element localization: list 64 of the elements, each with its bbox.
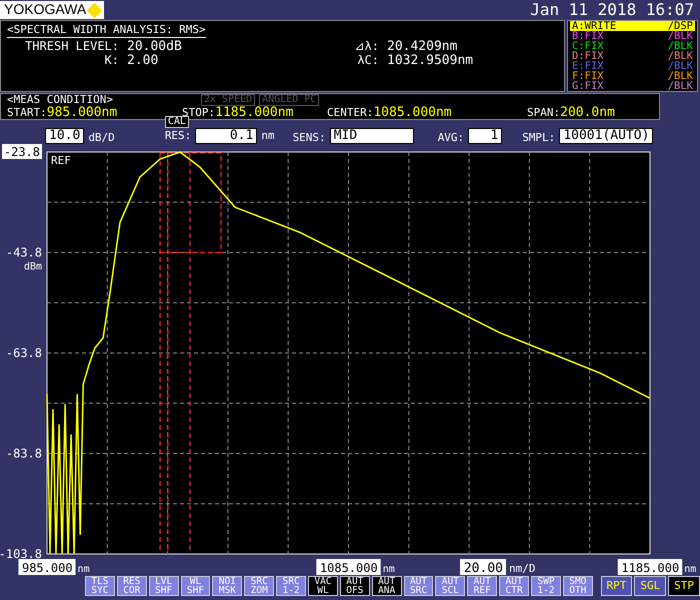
field-value: 20.00dB — [127, 40, 183, 54]
trace-row[interactable]: G:FIX /BLK — [570, 81, 695, 91]
x-tick-label: 1185.000 — [618, 559, 682, 575]
x-scale-field[interactable]: 20.00 — [460, 559, 506, 575]
param-value: 200.0nm — [560, 106, 615, 120]
ref-label: REF — [51, 154, 71, 167]
y-unit-label: dBm — [24, 262, 42, 272]
logo: YOKOGAWA — [0, 1, 104, 19]
reference-level-box: -23.8 — [2, 144, 42, 159]
y-tick-label: -43.8 — [6, 246, 42, 260]
unit-label: dB/D — [88, 132, 115, 144]
trace-row[interactable]: A:WRITE /DSP — [570, 21, 695, 31]
sens-field[interactable]: MID — [330, 128, 414, 144]
trace-row[interactable]: C:FIX /BLK — [570, 41, 695, 51]
avg-field[interactable]: 1 — [468, 128, 502, 144]
param-value: 1085.000nm — [373, 106, 452, 120]
soft-key[interactable]: AUT OFS — [340, 576, 370, 596]
analysis-title: <SPECTRAL WIDTH ANALYSIS: RMS> — [7, 24, 206, 38]
field-label: THRESH LEVEL: — [24, 40, 120, 54]
x-tick-label: 1185.000 — [621, 561, 680, 575]
trace-row[interactable]: B:FIX /BLK — [570, 31, 695, 41]
option-flag: ANGLED PC — [259, 94, 320, 106]
unit-label: nm — [382, 564, 395, 575]
option-flag: 2x SPEED — [200, 94, 256, 106]
param-label: SPAN: — [527, 107, 560, 120]
sweep-key[interactable]: RPT — [600, 576, 632, 596]
avg-label: AVG: — [438, 132, 464, 144]
param-label: START: — [7, 107, 47, 120]
res-label: RES: — [164, 130, 192, 142]
scale-field[interactable]: 10.0 — [45, 128, 84, 144]
sweep-key[interactable]: SGL — [634, 576, 666, 596]
cal-indicator: CAL — [164, 116, 189, 128]
field-value: 20.4209nm — [387, 40, 458, 54]
y-tick-label: -103.8 — [0, 547, 42, 561]
date-time: Jan 11 2018 16:07 — [530, 1, 695, 19]
soft-key[interactable]: VAC WL — [308, 576, 338, 596]
param-value: 985.000nm — [46, 106, 118, 120]
field-value: 1032.9509nm — [387, 54, 474, 69]
x-tick-label: 1085.000 — [316, 559, 381, 575]
unit-label: nm — [261, 130, 275, 142]
field-label: K: — [104, 54, 120, 69]
smpl-field[interactable]: 10001(AUTO) — [559, 128, 654, 144]
sweep-key[interactable]: STP — [668, 576, 700, 596]
measure-title: <MEAS CONDITION> — [7, 94, 113, 106]
res-field[interactable]: 0.1 — [195, 128, 258, 144]
smpl-label: SMPL: — [522, 132, 556, 144]
y-tick-label: -63.8 — [6, 346, 42, 360]
unit-label: nm/D — [509, 562, 536, 575]
field-label: λC: — [356, 54, 380, 69]
trace-row[interactable]: D:FIX /BLK — [570, 51, 695, 61]
field-label: ⊿λ: — [354, 40, 380, 54]
unit-label: nm — [78, 564, 90, 575]
trace-row[interactable]: E:FIX /BLK — [570, 61, 695, 71]
sens-label: SENS: — [292, 132, 326, 144]
unit-label: nm — [684, 564, 696, 575]
param-value: 1185.000nm — [215, 106, 294, 120]
param-label: CENTER: — [327, 107, 374, 120]
y-tick-label: -83.8 — [6, 446, 42, 460]
x-tick-label: 1085.000 — [320, 561, 378, 575]
trace-row[interactable]: F:FIX /BLK — [570, 71, 695, 81]
soft-key[interactable]: AUT ANA — [372, 576, 402, 596]
field-value: 2.00 — [127, 54, 160, 69]
x-tick-label: 985.000 — [22, 561, 73, 575]
x-tick-label: 985.000 — [18, 559, 76, 575]
